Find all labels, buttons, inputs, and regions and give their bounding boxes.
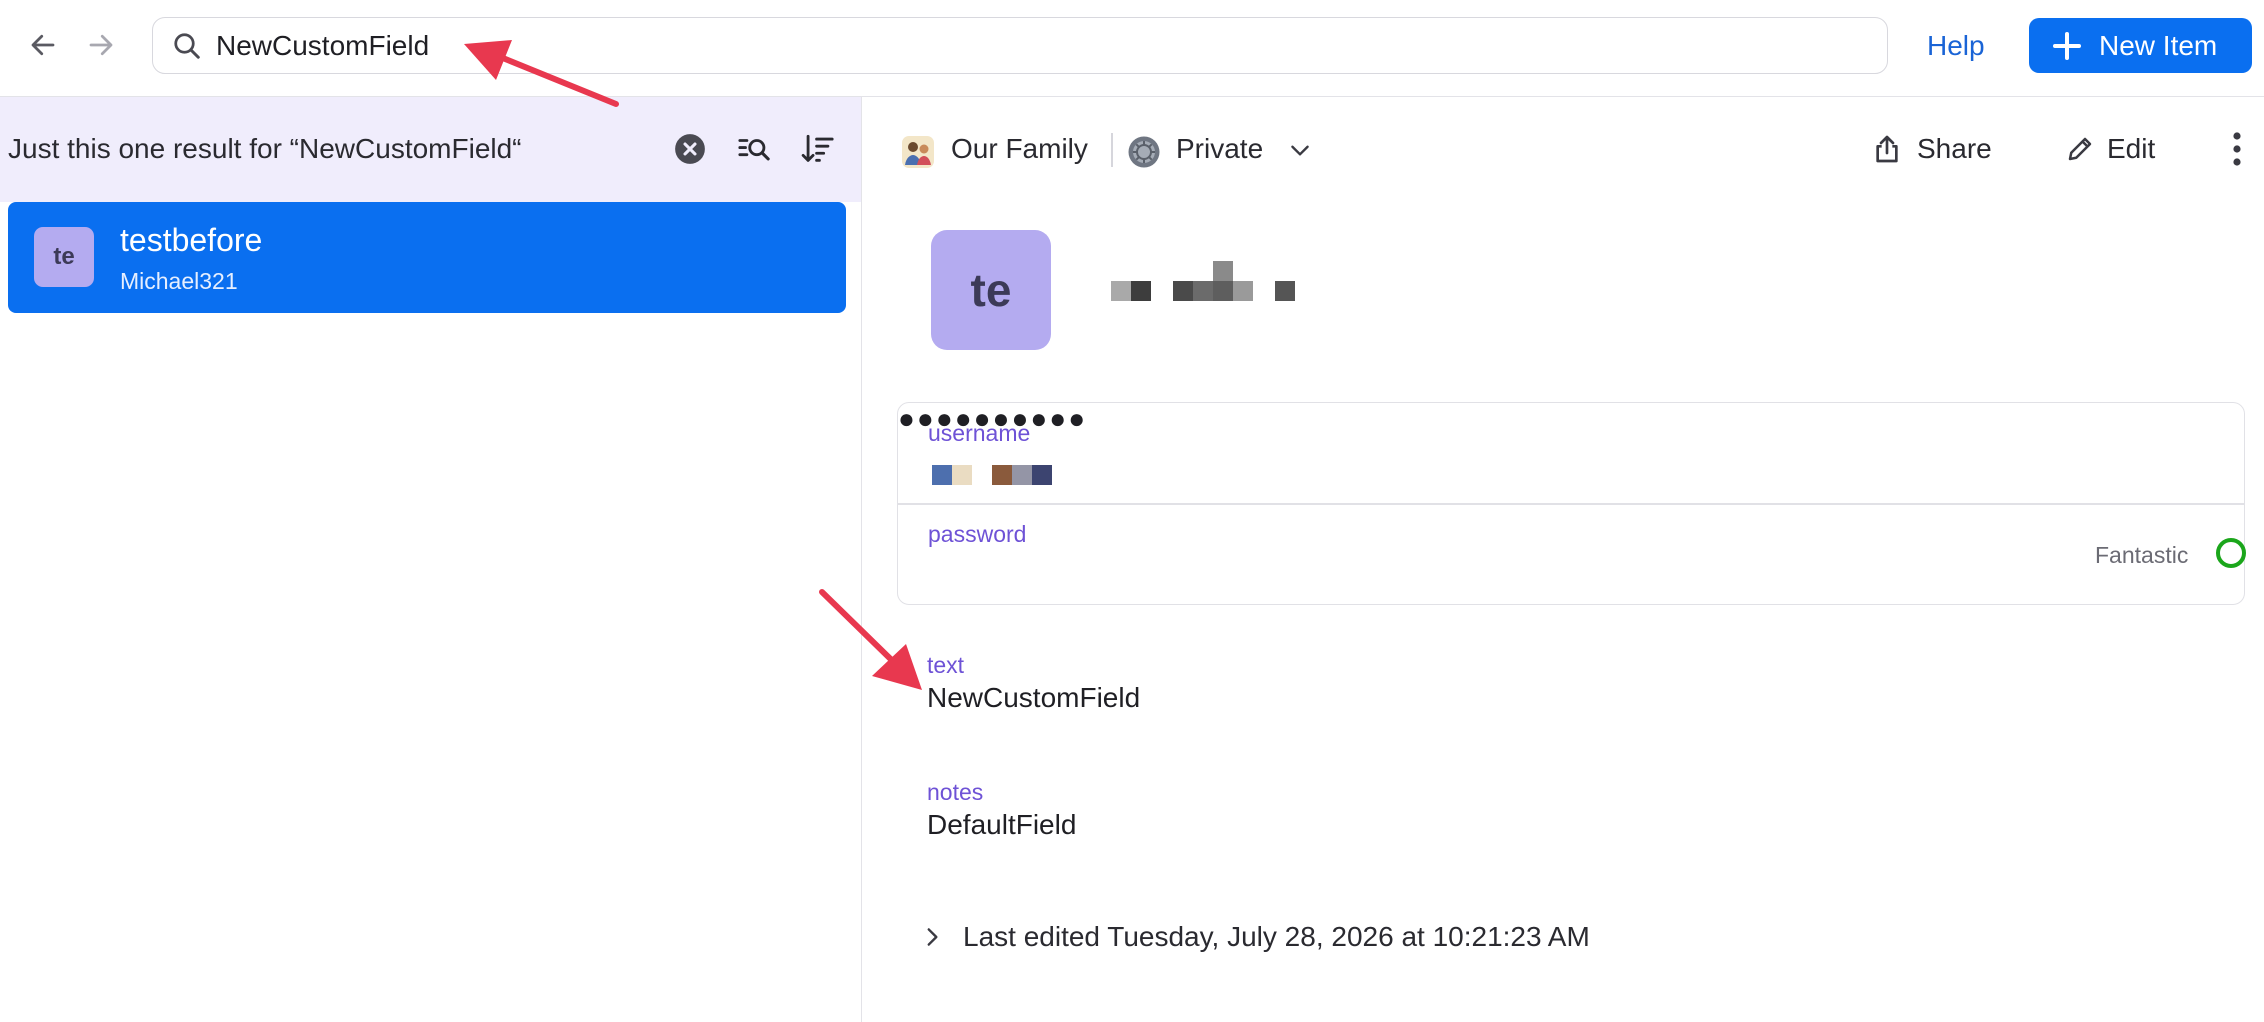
item-detail-pane: Our Family Private Share Edit te usernam…	[863, 97, 2264, 1022]
forward-button[interactable]	[78, 22, 124, 68]
item-title: testbefore	[120, 222, 263, 258]
edit-button[interactable]: Edit	[2065, 127, 2155, 171]
notes-value[interactable]: DefaultField	[927, 809, 1076, 841]
strength-ring-icon	[2216, 538, 2246, 568]
help-link[interactable]: Help	[1927, 24, 1985, 68]
search-bar[interactable]	[152, 17, 1888, 74]
arrow-right-icon	[89, 34, 113, 56]
results-header: Just this one result for “NewCustomField…	[0, 97, 861, 202]
redacted-item-title	[1111, 261, 1311, 311]
app-window: Help New Item Just this one result for “…	[0, 0, 2264, 1022]
plus-icon	[2053, 31, 2081, 60]
list-item[interactable]: te testbefore Michael321	[8, 202, 846, 313]
share-label: Share	[1917, 133, 1992, 164]
more-vertical-icon	[2233, 132, 2241, 166]
search-icon	[170, 29, 204, 63]
sort-icon	[801, 134, 834, 162]
vault-separator	[1111, 133, 1113, 167]
top-bar: Help New Item	[0, 0, 2264, 97]
pencil-icon	[2068, 137, 2092, 161]
more-options-button[interactable]	[2225, 129, 2249, 169]
clear-search-button[interactable]	[670, 129, 710, 169]
credentials-card: username password ●●●●●●●●●● Fantastic	[897, 402, 2246, 605]
new-item-button[interactable]: New Item	[2029, 18, 2252, 73]
results-summary: Just this one result for “NewCustomField…	[8, 133, 522, 164]
results-pane: Just this one result for “NewCustomField…	[0, 97, 862, 1022]
field-divider	[898, 503, 2244, 505]
edit-label: Edit	[2107, 133, 2156, 164]
vault-our-family[interactable]: Our Family	[951, 133, 1088, 165]
new-item-label: New Item	[2099, 29, 2218, 61]
password-strength-label: Fantastic	[2095, 542, 2189, 568]
last-edited-toggle[interactable]: Last edited Tuesday, July 28, 2026 at 10…	[919, 917, 1590, 957]
share-icon	[1876, 135, 1898, 163]
text-field-label: text	[927, 652, 965, 678]
notes-label: notes	[927, 779, 984, 805]
family-vault-icon[interactable]	[901, 135, 935, 169]
last-edited-text: Last edited Tuesday, July 28, 2026 at 10…	[963, 921, 1590, 952]
clear-circle-icon	[675, 134, 705, 164]
item-detail-avatar: te	[931, 230, 1051, 350]
item-avatar: te	[34, 227, 94, 287]
search-input[interactable]	[216, 29, 1816, 62]
chevron-right-icon	[927, 928, 938, 946]
username-label: username	[928, 420, 1031, 446]
item-subtitle: Michael321	[120, 268, 238, 294]
vault-bar: Our Family Private Share Edit	[863, 97, 2264, 202]
private-vault-icon[interactable]	[1127, 135, 1161, 169]
search-filter-icon	[738, 139, 770, 161]
redacted-username-value[interactable]	[932, 465, 1052, 487]
share-button[interactable]: Share	[1871, 127, 1992, 171]
text-field-value[interactable]: NewCustomField	[927, 682, 1140, 714]
back-button[interactable]	[20, 22, 66, 68]
password-label: password	[928, 521, 1027, 547]
search-filter-button[interactable]	[734, 129, 774, 169]
vault-private[interactable]: Private	[1176, 133, 1263, 165]
chevron-down-icon[interactable]	[1287, 137, 1313, 163]
arrow-left-icon	[31, 34, 55, 56]
sort-button[interactable]	[798, 129, 838, 169]
